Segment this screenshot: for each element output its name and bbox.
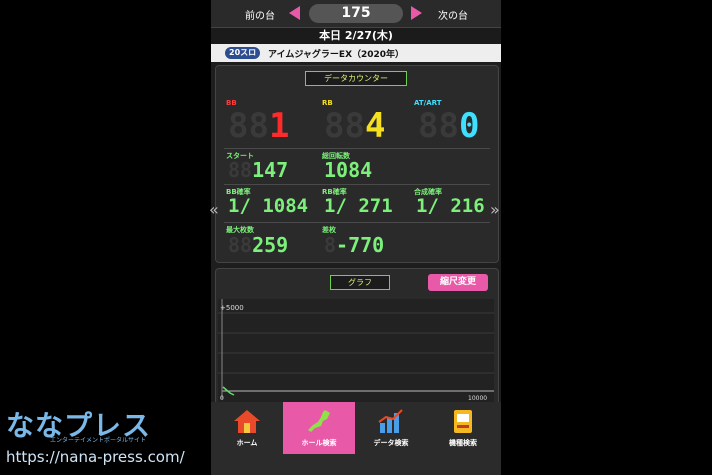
- bb-ghost-digits: 88: [228, 106, 269, 146]
- combined-prob-value: 1/ 216: [416, 195, 485, 217]
- next-page-chevron-icon[interactable]: »: [490, 200, 500, 219]
- start-value: 147: [252, 158, 289, 182]
- next-arrow-icon[interactable]: [411, 6, 422, 20]
- phone-screen: 前の台 175 次の台 本日 2/27(木) 20スロ アイムジャグラーEX（2…: [211, 0, 501, 475]
- bar-chart-icon: [378, 409, 403, 433]
- graph-x-start-label: 0: [220, 395, 224, 402]
- total-spins-counter: 1084: [324, 158, 372, 182]
- data-counter-title: データカウンター: [305, 71, 407, 86]
- machine-name: アイムジャグラーEX（2020年）: [268, 50, 405, 60]
- tab-hall-search[interactable]: ホール検索: [283, 402, 355, 454]
- previous-page-chevron-icon[interactable]: «: [209, 200, 219, 219]
- divider: [224, 184, 490, 185]
- japan-map-icon: [308, 410, 330, 432]
- start-counter: 88147: [228, 158, 288, 182]
- rb-counter: 884: [324, 106, 385, 146]
- nanapress-tagline: エンターテイメントポータルサイト: [50, 437, 147, 444]
- max-coins-value: 259: [252, 233, 289, 257]
- tab-home-label: ホーム: [236, 439, 258, 447]
- graph-canvas: [218, 299, 494, 399]
- house-icon: [234, 410, 260, 433]
- bb-counter: 881: [228, 106, 289, 146]
- total-spins-value: 1084: [324, 158, 373, 182]
- slot-machine-icon: [454, 410, 472, 433]
- diff-coins-value: -770: [336, 233, 385, 257]
- at-counter: 880: [418, 106, 479, 146]
- at-ghost-digits: 88: [418, 106, 459, 146]
- at-value: 0: [458, 106, 480, 146]
- tab-machine-search-label: 機種検索: [449, 439, 477, 447]
- data-counter-panel: データカウンター BB 881 RB 884 AT/ART 880 スタート 8…: [215, 65, 499, 263]
- diff-coins-ghost-digits: 8: [324, 233, 337, 257]
- bottom-tab-bar: ホーム ホール検索 データ検索 機種検索: [211, 402, 501, 475]
- rb-value: 4: [364, 106, 386, 146]
- tab-data-search-label: データ検索: [373, 439, 409, 447]
- prev-arrow-icon[interactable]: [289, 6, 300, 20]
- machine-number: 175: [309, 4, 403, 23]
- diff-coins-counter: 8-770: [324, 233, 384, 257]
- tab-data-search[interactable]: データ検索: [355, 402, 427, 454]
- graph-panel: グラフ 縮尺変更 +5000 0 10000: [215, 268, 499, 410]
- date-bar: 本日 2/27(木): [211, 28, 501, 44]
- tab-home[interactable]: ホーム: [211, 402, 283, 454]
- rb-prob-value: 1/ 271: [324, 195, 393, 217]
- divider: [224, 148, 490, 149]
- graph-x-end-label: 10000: [468, 395, 488, 402]
- next-machine-link[interactable]: 次の台: [438, 7, 468, 22]
- graph-area: +5000 0 10000: [218, 299, 494, 409]
- machine-bar: 20スロ アイムジャグラーEX（2020年）: [211, 44, 501, 62]
- rb-ghost-digits: 88: [324, 106, 365, 146]
- max-coins-counter: 88259: [228, 233, 288, 257]
- scale-change-button[interactable]: 縮尺変更: [428, 274, 488, 291]
- divider: [224, 222, 490, 223]
- graph-y-top-label: +5000: [220, 304, 244, 312]
- max-coins-ghost-digits: 88: [228, 233, 253, 257]
- tab-hall-search-label: ホール検索: [301, 439, 337, 447]
- bb-prob-value: 1/ 1084: [228, 195, 309, 217]
- start-ghost-digits: 88: [228, 158, 253, 182]
- top-navigation: 前の台 175 次の台: [211, 0, 501, 28]
- bb-value: 1: [268, 106, 290, 146]
- graph-title: グラフ: [330, 275, 390, 290]
- tab-machine-search[interactable]: 機種検索: [427, 402, 499, 454]
- watermark-url: https://nana-press.com/: [6, 448, 185, 466]
- prev-machine-link[interactable]: 前の台: [245, 7, 275, 22]
- rate-badge: 20スロ: [225, 47, 261, 59]
